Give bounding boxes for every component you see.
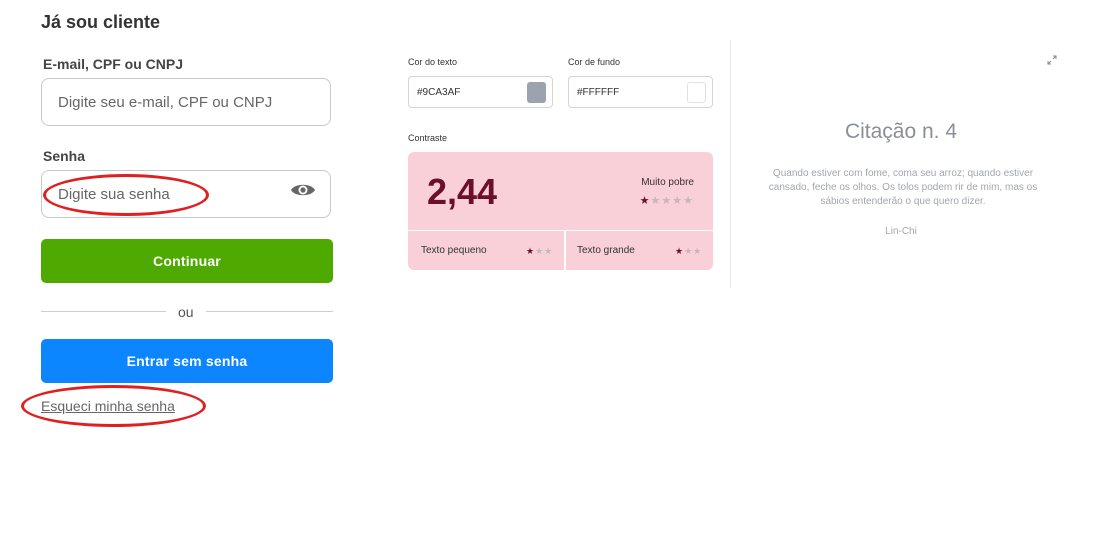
background-color-swatch[interactable] bbox=[687, 82, 706, 103]
divider-line-left bbox=[41, 311, 166, 312]
large-text-label: Texto grande bbox=[577, 245, 635, 256]
eye-icon[interactable] bbox=[290, 180, 316, 200]
text-color-input[interactable]: #9CA3AF bbox=[408, 76, 553, 108]
star-icon: ★ bbox=[684, 246, 694, 256]
quote-title: Citação n. 4 bbox=[844, 120, 958, 143]
text-color-swatch[interactable] bbox=[527, 82, 546, 103]
text-color-value: #9CA3AF bbox=[417, 87, 461, 98]
star-icon: ★ bbox=[693, 246, 703, 256]
contrast-rating-text: Muito pobre bbox=[641, 177, 694, 188]
background-color-label: Cor de fundo bbox=[568, 57, 621, 67]
star-icon: ★ bbox=[672, 195, 684, 207]
passwordless-login-button[interactable]: Entrar sem senha bbox=[41, 339, 333, 383]
expand-icon[interactable] bbox=[1047, 52, 1057, 65]
divider-text: ou bbox=[178, 304, 194, 320]
contrast-result-box: 2,44 Muito pobre ★★★★★ Texto pequeno ★★★… bbox=[408, 152, 713, 270]
divider-line-right bbox=[206, 311, 333, 312]
contrast-label: Contraste bbox=[408, 133, 448, 143]
contrast-box-vdivider bbox=[564, 230, 566, 270]
star-icon: ★ bbox=[661, 195, 673, 207]
background-color-input[interactable]: #FFFFFF bbox=[568, 76, 713, 108]
email-field[interactable] bbox=[41, 78, 331, 126]
contrast-ratio-value: 2,44 bbox=[427, 171, 498, 212]
background-color-value: #FFFFFF bbox=[577, 87, 620, 98]
login-title: Já sou cliente bbox=[41, 12, 161, 32]
contrast-box-divider bbox=[408, 230, 713, 231]
star-icon: ★ bbox=[675, 246, 685, 256]
star-icon: ★ bbox=[683, 195, 694, 207]
forgot-annotation-circle bbox=[21, 385, 206, 427]
continue-button[interactable]: Continuar bbox=[41, 239, 333, 283]
contrast-rating-stars: ★★★★★ bbox=[640, 194, 694, 207]
password-annotation-circle bbox=[43, 174, 209, 216]
quote-author: Lin-Chi bbox=[885, 226, 917, 237]
large-text-stars: ★★★ bbox=[675, 246, 702, 257]
small-text-stars: ★★★ bbox=[526, 246, 553, 257]
star-icon: ★ bbox=[650, 195, 662, 207]
text-color-label: Cor do texto bbox=[408, 57, 458, 67]
email-label: E-mail, CPF ou CNPJ bbox=[43, 56, 184, 72]
star-icon: ★ bbox=[535, 246, 545, 256]
star-icon: ★ bbox=[639, 195, 651, 207]
password-label: Senha bbox=[43, 148, 86, 164]
small-text-label: Texto pequeno bbox=[421, 245, 487, 256]
panel-divider bbox=[730, 40, 731, 288]
star-icon: ★ bbox=[544, 246, 554, 256]
star-icon: ★ bbox=[526, 246, 536, 256]
quote-text: Quando estiver com fome, coma seu arroz;… bbox=[768, 168, 1038, 207]
